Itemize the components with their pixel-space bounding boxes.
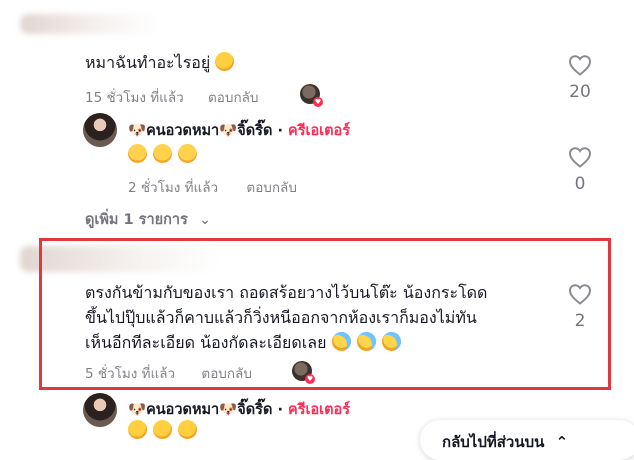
smile-emoji-icon — [178, 144, 197, 163]
reply-button[interactable]: ตอบกลับ — [208, 86, 258, 108]
like-count: 20 — [569, 82, 591, 102]
heart-outline-icon — [568, 55, 592, 76]
dog-face-icon: 🐶 — [128, 123, 147, 139]
comment-meta: 15 ชั่วโมง ที่แล้ว ตอบกลับ — [85, 86, 258, 108]
chevron-down-icon: ⌄ — [198, 212, 212, 228]
reply-meta: 2 ชั่วโมง ที่แล้ว ตอบกลับ — [128, 176, 297, 198]
comment-text-line-2: ขึ้นไปปุ๊บแล้วก็คาบแล้วก็วิ่งหนีออกจากห้… — [85, 308, 477, 327]
blurred-username — [20, 14, 160, 34]
comment-text-line-3: เห็นอีกทีละเอียด น้องกัดละเอียดเลย — [85, 330, 407, 356]
rofl-emoji-icon — [125, 417, 150, 442]
smile-emoji-icon — [128, 144, 147, 163]
rofl-emoji-icon — [212, 49, 238, 74]
joy-emoji-icon — [331, 332, 351, 351]
avatar[interactable] — [83, 113, 117, 147]
avatar[interactable] — [83, 393, 117, 427]
creator-badge: ครีเอเตอร์ — [288, 402, 351, 418]
creator-liked-heart-icon: ♥ — [305, 374, 315, 384]
like-button[interactable]: 2 — [560, 283, 600, 331]
like-count: 2 — [574, 311, 586, 331]
view-more-replies-button[interactable]: ดูเพิ่ม 1 รายการ ⌄ — [85, 208, 211, 231]
reply-author[interactable]: 🐶คนอวดหมา🐶จิ๊ดริ๊ด · ครีเอเตอร์ — [128, 119, 350, 142]
chevron-up-icon: ⌃ — [555, 433, 569, 451]
smile-emoji-icon — [153, 144, 172, 163]
rofl-emoji-icon — [175, 417, 200, 442]
comment-time: 15 ชั่วโมง ที่แล้ว — [85, 90, 184, 106]
comment-meta: 5 ชั่วโมง ที่แล้ว ตอบกลับ — [85, 362, 252, 384]
reply-text — [125, 417, 203, 444]
comment-text-line-1: ตรงกันข้ามกับของเรา ถอดสร้อยวางไว้บนโต๊ะ… — [85, 283, 488, 302]
dog-face-icon: 🐶 — [128, 402, 147, 418]
like-button[interactable]: 0 — [560, 146, 600, 194]
reply-button[interactable]: ตอบกลับ — [246, 176, 296, 198]
creator-badge: ครีเอเตอร์ — [288, 123, 351, 139]
comment-time: 5 ชั่วโมง ที่แล้ว — [85, 366, 176, 382]
reply-text — [128, 142, 203, 168]
comment-text: หมาฉันทำอะไรอยู่ — [85, 49, 240, 76]
heart-outline-icon — [568, 284, 592, 305]
creator-liked-heart-icon: ♥ — [313, 97, 323, 107]
reply-button[interactable]: ตอบกลับ — [201, 362, 251, 384]
heart-outline-icon — [568, 147, 592, 168]
joy-emoji-icon — [356, 332, 376, 351]
back-to-top-button[interactable]: กลับไปที่ส่วนบน ⌃ — [420, 420, 634, 460]
like-button[interactable]: 20 — [560, 54, 600, 102]
dog-face-icon: 🐶 — [219, 123, 238, 139]
rofl-emoji-icon — [150, 417, 175, 442]
like-count: 0 — [574, 174, 586, 194]
reply-time: 2 ชั่วโมง ที่แล้ว — [128, 180, 219, 196]
joy-emoji-icon — [381, 332, 401, 351]
dog-face-icon: 🐶 — [219, 402, 238, 418]
